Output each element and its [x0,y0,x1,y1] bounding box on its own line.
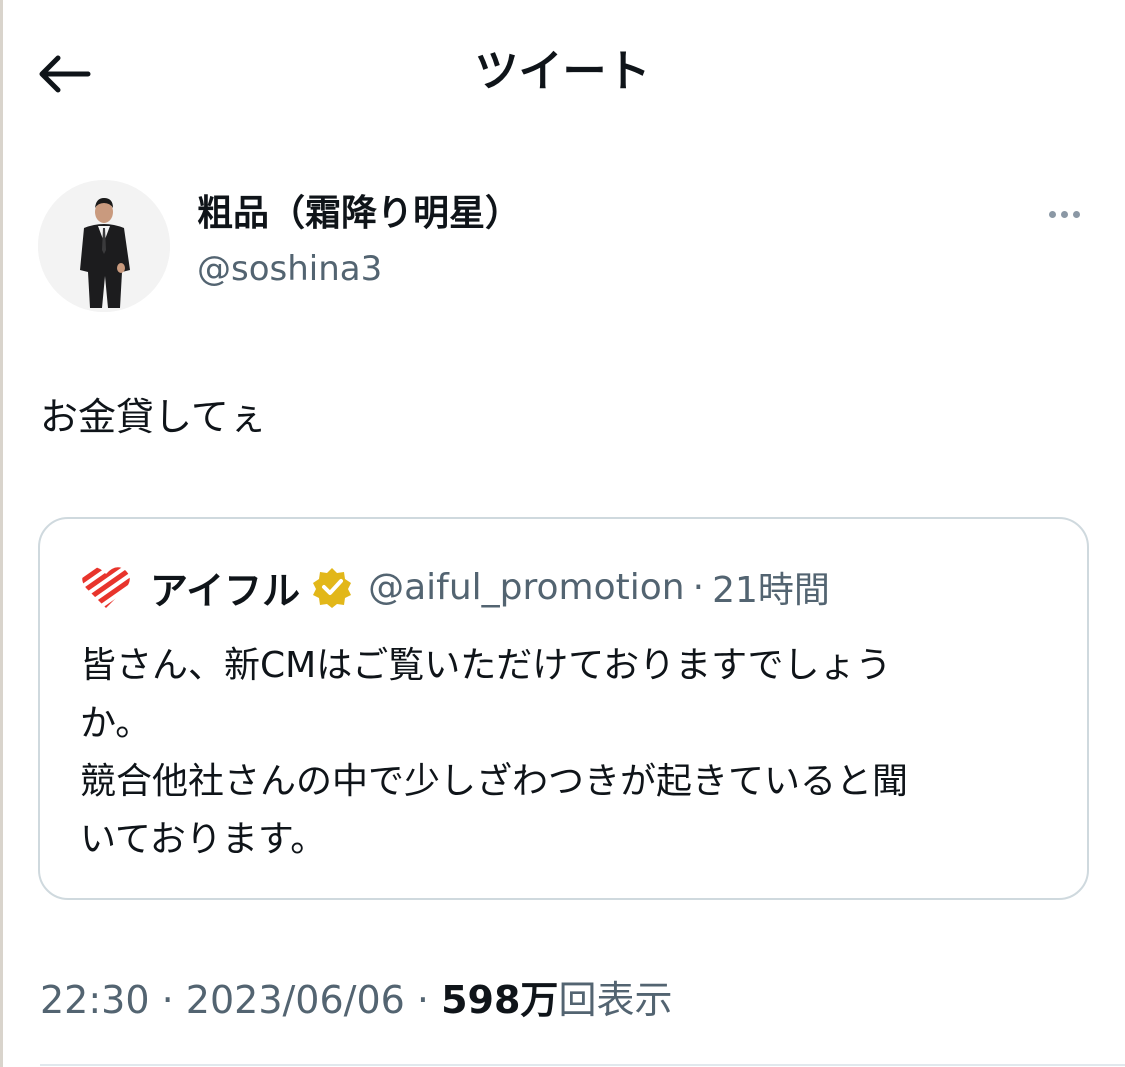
tweet-meta: 22:30 · 2023/06/06 · 598万回表示 [40,972,672,1028]
more-horizontal-icon-dot [1060,210,1068,218]
quoted-tweet-text: 皆さん、新CMはご覧いただけておりますでしょう か。 競合他社さんの中で少しざわ… [80,637,1060,869]
separator-dot: · [161,978,174,1022]
quoted-tweet-line: 皆さん、新CMはご覧いただけておりますでしょう [80,645,892,686]
quoted-tweet-header: アイフル @aiful_promotion · 21時間 [80,559,830,615]
more-horizontal-icon-dot [1072,210,1080,218]
page-title: ツイート [474,46,651,97]
quoted-tweet-line: いております。 [80,819,327,860]
quoted-tweet-line: 競合他社さんの中で少しざわつきが起きていると聞 [80,761,909,802]
avatar-photo [38,180,170,312]
author-display-name[interactable]: 粗品（霜降り明星） [197,190,521,238]
tweet-time[interactable]: 22:30 [40,978,150,1022]
views-label: 回表示 [558,978,673,1022]
quoted-tweet-line: か。 [80,703,152,744]
tweet-text: お金貸してぇ [40,395,267,439]
views-count[interactable]: 598万 [441,978,558,1022]
quoted-tweet-card[interactable]: アイフル @aiful_promotion · 21時間 皆さん、新CMはご覧い… [38,517,1089,900]
divider [40,1064,1125,1066]
author-handle[interactable]: @soshina3 [197,246,382,292]
tweet-date[interactable]: 2023/06/06 [186,978,405,1022]
quoted-author-handle[interactable]: @aiful_promotion [368,567,685,608]
more-options-button[interactable] [1036,196,1092,232]
quoted-tweet-time[interactable]: 21時間 [712,561,830,613]
gold-verified-badge-icon [310,565,354,609]
more-horizontal-icon [1048,210,1056,218]
avatar[interactable] [38,180,170,312]
quoted-author-name[interactable]: アイフル [150,560,300,615]
screenshot-edge [0,0,3,1067]
separator-dot: · [692,566,705,608]
top-app-bar: ツイート [0,0,1125,150]
aiful-logo-icon[interactable] [80,561,132,613]
separator-dot: · [416,978,430,1022]
